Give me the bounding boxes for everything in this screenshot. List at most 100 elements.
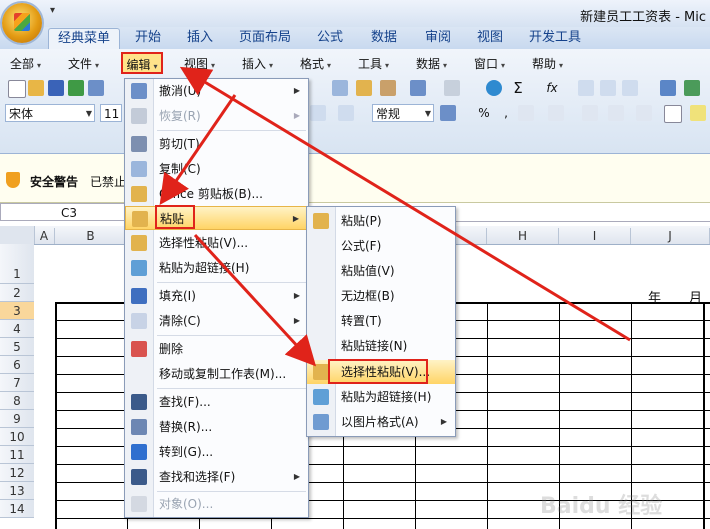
menu-file[interactable]: 文件 ▾ [68, 55, 99, 73]
menu-item-goto[interactable]: 转到(G)... [125, 440, 308, 464]
submenu-item-as-picture[interactable]: 以图片格式(A) ▶ [307, 410, 455, 434]
submenu-item-transpose[interactable]: 转置(T) [307, 309, 455, 333]
menu-item-copy[interactable]: 复制(C) [125, 157, 308, 181]
tab-data[interactable]: 数据 [362, 28, 406, 48]
select-all-corner[interactable] [0, 226, 35, 244]
row-header-8[interactable]: 8 [0, 392, 34, 410]
tab-review[interactable]: 审阅 [416, 28, 460, 48]
drawing-icon[interactable] [684, 80, 700, 96]
name-box[interactable]: C3 [0, 203, 138, 221]
menu-item-move-copy-sheet[interactable]: 移动或复制工作表(M)... [125, 362, 308, 386]
row-header-12[interactable]: 12 [0, 464, 34, 482]
menu-item-replace[interactable]: 替换(R)... [125, 415, 308, 439]
tab-developer[interactable]: 开发工具 [522, 28, 588, 48]
sort-za-icon[interactable] [600, 80, 616, 96]
object-icon [131, 496, 147, 512]
fill-color-icon[interactable] [690, 105, 706, 121]
menu-item-office-clipboard[interactable]: Office 剪贴板(B)... [125, 182, 308, 206]
menu-item-fill[interactable]: 填充(I) ▶ [125, 284, 308, 308]
hyperlink-icon[interactable] [486, 80, 502, 96]
menu-view[interactable]: 视图 ▾ [184, 55, 215, 73]
row-header-13[interactable]: 13 [0, 482, 34, 500]
submenu-arrow-icon: ▶ [293, 86, 300, 95]
menu-all[interactable]: 全部 ▾ [10, 55, 41, 73]
paste-toolbar-icon[interactable] [356, 80, 372, 96]
menu-format[interactable]: 格式 ▾ [300, 55, 331, 73]
menu-window[interactable]: 窗口 ▾ [474, 55, 505, 73]
copy-toolbar-icon[interactable] [332, 80, 348, 96]
decrease-indent-icon[interactable] [582, 105, 598, 121]
submenu-item-paste-hyperlink[interactable]: 粘贴为超链接(H) [307, 385, 455, 409]
row-header-4[interactable]: 4 [0, 320, 34, 338]
open-folder-icon[interactable] [28, 80, 44, 96]
quick-access-dropdown-icon[interactable]: ▾ [50, 5, 55, 16]
wrap-text-icon[interactable] [338, 105, 354, 121]
menu-item-paste-hyperlink[interactable]: 粘贴为超链接(H) [125, 256, 308, 280]
menu-item-undo[interactable]: 撤消(U) ▶ [125, 79, 308, 103]
new-document-icon[interactable] [8, 80, 26, 98]
decrease-decimal-icon[interactable] [548, 105, 564, 121]
menu-item-paste-special[interactable]: 选择性粘贴(V)... [125, 231, 308, 255]
menu-item-find[interactable]: 查找(F)... [125, 390, 308, 414]
submenu-item-values[interactable]: 粘贴值(V) [307, 259, 455, 283]
undo-toolbar-icon[interactable] [410, 80, 426, 96]
comma-icon[interactable]: , [498, 105, 514, 121]
menu-edit[interactable]: 编辑 ▾ [121, 52, 163, 74]
row-header-2[interactable]: 2 [0, 284, 34, 302]
excel-icon[interactable] [68, 80, 84, 96]
row-header-7[interactable]: 7 [0, 374, 34, 392]
submenu-item-paste-link[interactable]: 粘贴链接(N) [307, 334, 455, 358]
menu-item-clear[interactable]: 清除(C) ▶ [125, 309, 308, 333]
increase-decimal-icon[interactable] [518, 105, 534, 121]
sum-icon[interactable]: Σ [510, 80, 526, 96]
column-header-h[interactable]: H [487, 228, 559, 244]
sort-az-icon[interactable] [578, 80, 594, 96]
menu-data[interactable]: 数据 ▾ [416, 55, 447, 73]
tab-insert[interactable]: 插入 [180, 28, 220, 48]
row-header-5[interactable]: 5 [0, 338, 34, 356]
submenu-item-paste[interactable]: 粘贴(P) [307, 209, 455, 233]
row-header-10[interactable]: 10 [0, 428, 34, 446]
borders-icon[interactable] [664, 105, 682, 123]
currency-icon[interactable] [440, 105, 456, 121]
menu-insert[interactable]: 插入 ▾ [242, 55, 273, 73]
print-icon[interactable] [88, 80, 104, 96]
tab-formulas[interactable]: 公式 [308, 28, 352, 48]
tab-home[interactable]: 开始 [128, 28, 168, 48]
column-header-b[interactable]: B [55, 228, 127, 244]
tab-view[interactable]: 视图 [468, 28, 512, 48]
row-header-3[interactable]: 3 [0, 302, 34, 320]
row-header-6[interactable]: 6 [0, 356, 34, 374]
submenu-item-formulas[interactable]: 公式(F) [307, 234, 455, 258]
number-format-select[interactable]: 常规 ▼ [372, 104, 434, 122]
chart-icon[interactable] [660, 80, 676, 96]
menu-item-paste[interactable]: 粘贴 ▶ [125, 206, 308, 230]
row-header-9[interactable]: 9 [0, 410, 34, 428]
menu-item-cut[interactable]: 剪切(T) [125, 132, 308, 156]
menu-tools[interactable]: 工具 ▾ [358, 55, 389, 73]
column-header-j[interactable]: J [631, 228, 710, 244]
menu-item-delete[interactable]: 删除 [125, 337, 308, 361]
font-name-select[interactable]: 宋体 ▼ [5, 104, 95, 122]
menu-help[interactable]: 帮助 ▾ [532, 55, 563, 73]
format-painter-icon[interactable] [380, 80, 396, 96]
align-icon[interactable] [636, 105, 652, 121]
percent-icon[interactable]: % [476, 105, 492, 121]
tab-classic-menu[interactable]: 经典菜单 [48, 28, 120, 49]
function-icon[interactable]: fx [544, 80, 560, 96]
tab-page-layout[interactable]: 页面布局 [232, 28, 298, 48]
row-header-11[interactable]: 11 [0, 446, 34, 464]
office-button[interactable] [2, 3, 42, 43]
redo-toolbar-icon[interactable] [444, 80, 460, 96]
column-header-i[interactable]: I [559, 228, 631, 244]
menu-item-find-select[interactable]: 查找和选择(F) ▶ [125, 465, 308, 489]
submenu-item-no-borders[interactable]: 无边框(B) [307, 284, 455, 308]
row-header-14[interactable]: 14 [0, 500, 34, 518]
font-size-select[interactable]: 11 [100, 104, 122, 122]
filter-icon[interactable] [622, 80, 638, 96]
merge-center-icon[interactable] [310, 105, 326, 121]
column-header-a[interactable]: A [34, 228, 55, 244]
save-icon[interactable] [48, 80, 64, 96]
row-header-1[interactable]: 1 [0, 244, 34, 284]
increase-indent-icon[interactable] [608, 105, 624, 121]
